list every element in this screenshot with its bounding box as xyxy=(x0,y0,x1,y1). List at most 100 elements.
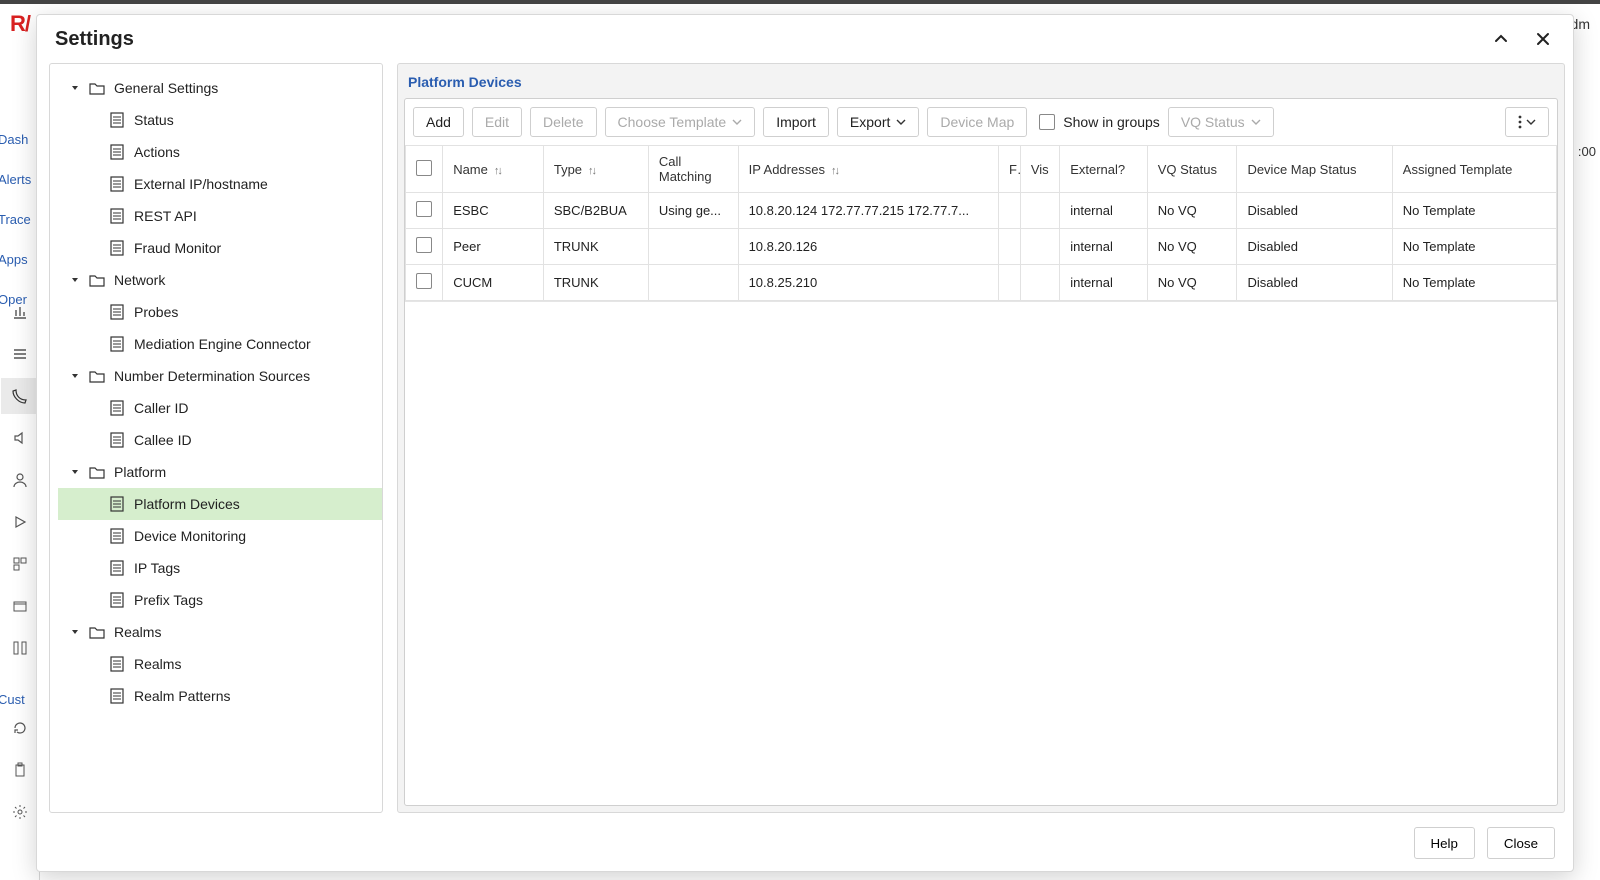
tree-item-label: Probes xyxy=(134,304,178,320)
panel-title: Platform Devices xyxy=(398,64,1564,98)
col-external[interactable]: External? xyxy=(1060,146,1148,193)
tree-item[interactable]: REST API xyxy=(58,200,382,232)
col-narrow[interactable]: F xyxy=(998,146,1020,193)
device-map-button[interactable]: Device Map xyxy=(927,107,1027,137)
document-icon xyxy=(108,207,126,225)
cell-name: ESBC xyxy=(443,193,544,229)
tree-item[interactable]: Realm Patterns xyxy=(58,680,382,712)
table-row[interactable]: PeerTRUNK10.8.20.126internalNo VQDisable… xyxy=(406,229,1557,265)
kebab-icon xyxy=(1518,115,1522,129)
cell-vq: No VQ xyxy=(1147,265,1237,301)
folder-icon xyxy=(88,367,106,385)
cell-dms: Disabled xyxy=(1237,193,1392,229)
table-row[interactable]: ESBCSBC/B2BUAUsing ge...10.8.20.124 172.… xyxy=(406,193,1557,229)
edit-button[interactable]: Edit xyxy=(472,107,522,137)
tree-item[interactable]: Fraud Monitor xyxy=(58,232,382,264)
folder-icon xyxy=(88,271,106,289)
cell-narrow xyxy=(998,229,1020,265)
cell-call-matching: Using ge... xyxy=(648,193,738,229)
col-call-matching[interactable]: Call Matching xyxy=(648,146,738,193)
cell-call-matching xyxy=(648,265,738,301)
cell-type: TRUNK xyxy=(543,265,648,301)
document-icon xyxy=(108,559,126,577)
tree-group-label: Platform xyxy=(114,464,166,480)
more-actions-button[interactable] xyxy=(1505,107,1549,137)
row-checkbox[interactable] xyxy=(416,273,432,289)
document-icon xyxy=(108,527,126,545)
caret-down-icon xyxy=(70,371,80,381)
tree-item-label: Device Monitoring xyxy=(134,528,246,544)
tree-item[interactable]: Probes xyxy=(58,296,382,328)
col-assigned-template[interactable]: Assigned Template xyxy=(1392,146,1556,193)
tree-item-label: Caller ID xyxy=(134,400,188,416)
choose-template-dropdown[interactable]: Choose Template xyxy=(605,107,756,137)
chevron-down-icon xyxy=(732,117,742,127)
tree-item-label: Realm Patterns xyxy=(134,688,230,704)
delete-button[interactable]: Delete xyxy=(530,107,596,137)
main-panel: Platform Devices Add Edit Delete Choose … xyxy=(397,63,1565,813)
tree-group-label: General Settings xyxy=(114,80,218,96)
col-device-map-status[interactable]: Device Map Status xyxy=(1237,146,1392,193)
cell-dms: Disabled xyxy=(1237,265,1392,301)
document-icon xyxy=(108,495,126,513)
vq-status-dropdown[interactable]: VQ Status xyxy=(1168,107,1274,137)
tree-group[interactable]: General Settings xyxy=(58,72,382,104)
export-dropdown[interactable]: Export xyxy=(837,107,919,137)
tree-group[interactable]: Realms xyxy=(58,616,382,648)
tree-item[interactable]: Actions xyxy=(58,136,382,168)
close-button[interactable]: Close xyxy=(1487,827,1555,859)
cell-template: No Template xyxy=(1392,229,1556,265)
tree-item-label: Fraud Monitor xyxy=(134,240,221,256)
show-in-groups-label: Show in groups xyxy=(1063,114,1160,130)
caret-down-icon xyxy=(70,83,80,93)
tree-group[interactable]: Number Determination Sources xyxy=(58,360,382,392)
table-row[interactable]: CUCMTRUNK10.8.25.210internalNo VQDisable… xyxy=(406,265,1557,301)
col-type[interactable]: Type↑↓ xyxy=(543,146,648,193)
tree-group[interactable]: Network xyxy=(58,264,382,296)
select-all-checkbox[interactable] xyxy=(416,160,432,176)
tree-item-label: External IP/hostname xyxy=(134,176,268,192)
document-icon xyxy=(108,655,126,673)
col-name[interactable]: Name↑↓ xyxy=(443,146,544,193)
tree-group[interactable]: Platform xyxy=(58,456,382,488)
show-in-groups-checkbox[interactable] xyxy=(1039,114,1055,130)
row-checkbox[interactable] xyxy=(416,201,432,217)
tree-item[interactable]: Device Monitoring xyxy=(58,520,382,552)
row-checkbox[interactable] xyxy=(416,237,432,253)
tree-item[interactable]: Status xyxy=(58,104,382,136)
tree-item[interactable]: Caller ID xyxy=(58,392,382,424)
tree-item[interactable]: External IP/hostname xyxy=(58,168,382,200)
table-footer xyxy=(405,301,1557,805)
col-ip[interactable]: IP Addresses↑↓ xyxy=(738,146,998,193)
cell-dms: Disabled xyxy=(1237,229,1392,265)
devices-table: Name↑↓ Type↑↓ Call Matching IP Addresses… xyxy=(405,145,1557,301)
cell-ip: 10.8.20.124 172.77.77.215 172.77.7... xyxy=(738,193,998,229)
cell-narrow xyxy=(998,265,1020,301)
collapse-icon[interactable] xyxy=(1489,27,1513,51)
document-icon xyxy=(108,175,126,193)
col-vq-status[interactable]: VQ Status xyxy=(1147,146,1237,193)
add-button[interactable]: Add xyxy=(413,107,464,137)
folder-icon xyxy=(88,463,106,481)
tree-item[interactable]: IP Tags xyxy=(58,552,382,584)
tree-item-label: Actions xyxy=(134,144,180,160)
document-icon xyxy=(108,687,126,705)
help-button[interactable]: Help xyxy=(1414,827,1475,859)
cell-type: SBC/B2BUA xyxy=(543,193,648,229)
document-icon xyxy=(108,431,126,449)
close-icon[interactable] xyxy=(1531,27,1555,51)
tree-item[interactable]: Prefix Tags xyxy=(58,584,382,616)
folder-icon xyxy=(88,79,106,97)
tree-item[interactable]: Callee ID xyxy=(58,424,382,456)
tree-item-label: REST API xyxy=(134,208,197,224)
tree-item[interactable]: Mediation Engine Connector xyxy=(58,328,382,360)
cell-external: internal xyxy=(1060,193,1148,229)
tree-item-label: Status xyxy=(134,112,174,128)
tree-item[interactable]: Platform Devices xyxy=(58,488,382,520)
col-vis[interactable]: Vis xyxy=(1020,146,1059,193)
document-icon xyxy=(108,591,126,609)
tree-group-label: Realms xyxy=(114,624,161,640)
tree-item[interactable]: Realms xyxy=(58,648,382,680)
settings-sidebar[interactable]: General Settings Status Actions External IP… xyxy=(49,63,383,813)
import-button[interactable]: Import xyxy=(763,107,829,137)
